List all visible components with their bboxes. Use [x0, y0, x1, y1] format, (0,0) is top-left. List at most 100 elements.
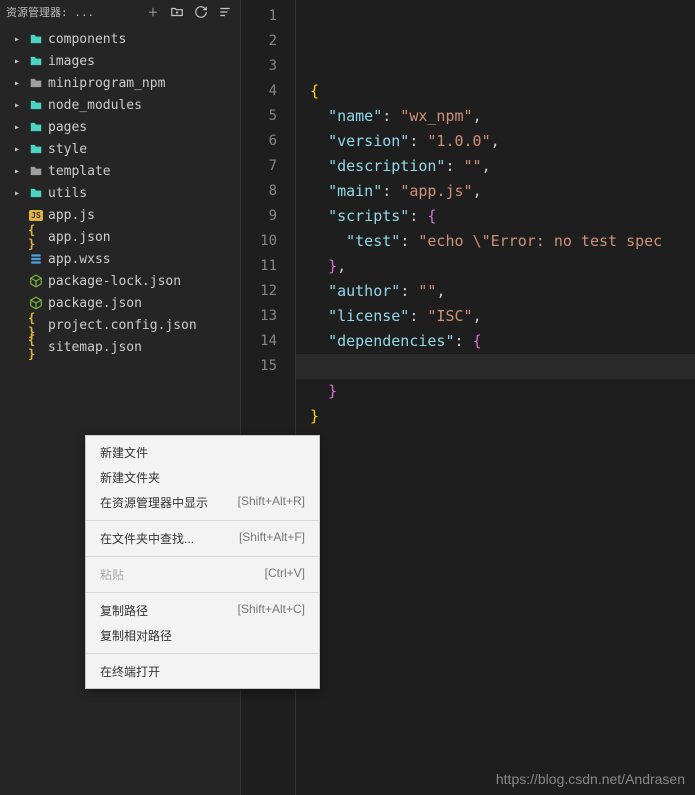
- file-icon: JS: [28, 207, 44, 223]
- current-line-highlight: [296, 354, 695, 379]
- file-name-label: miniprogram_npm: [48, 76, 165, 91]
- code-line[interactable]: "name": "wx_npm",: [310, 104, 695, 129]
- file-icon: [28, 251, 44, 267]
- chevron-right-icon[interactable]: ▸: [14, 122, 24, 133]
- folder-icon: [28, 119, 44, 135]
- file-name-label: images: [48, 54, 95, 69]
- code-line[interactable]: }: [310, 379, 695, 404]
- folder-icon: [28, 141, 44, 157]
- file-name-label: pages: [48, 120, 87, 135]
- file-icon: { }: [28, 229, 44, 245]
- tree-file[interactable]: ▸{ }app.json: [0, 226, 240, 248]
- tree-file[interactable]: ▸package-lock.json: [0, 270, 240, 292]
- chevron-right-icon[interactable]: ▸: [14, 144, 24, 155]
- file-name-label: app.js: [48, 208, 95, 223]
- code-line[interactable]: }: [310, 404, 695, 429]
- chevron-right-icon[interactable]: ▸: [14, 34, 24, 45]
- line-number: 5: [241, 104, 295, 129]
- new-file-icon[interactable]: ＋: [144, 3, 162, 21]
- tree-file[interactable]: ▸{ }sitemap.json: [0, 336, 240, 358]
- tree-folder[interactable]: ▸ utils: [0, 182, 240, 204]
- folder-icon: [28, 75, 44, 91]
- menu-item-label: 新建文件夹: [100, 469, 305, 486]
- context-menu-item: 粘贴[Ctrl+V]: [86, 562, 319, 587]
- menu-item-label: 在终端打开: [100, 663, 305, 680]
- line-number: 13: [241, 304, 295, 329]
- chevron-right-icon[interactable]: ▸: [14, 166, 24, 177]
- collapse-icon[interactable]: [216, 3, 234, 21]
- file-name-label: components: [48, 32, 126, 47]
- menu-separator: [86, 653, 319, 654]
- context-menu-item[interactable]: 新建文件: [86, 440, 319, 465]
- new-folder-icon[interactable]: [168, 3, 186, 21]
- code-line[interactable]: },: [310, 254, 695, 279]
- tree-folder[interactable]: ▸ node_modules: [0, 94, 240, 116]
- code-line[interactable]: "test": "echo \"Error: no test spec: [310, 229, 695, 254]
- menu-item-shortcut: [Shift+Alt+F]: [239, 530, 305, 547]
- file-name-label: package-lock.json: [48, 274, 181, 289]
- folder-icon: [28, 185, 44, 201]
- refresh-icon[interactable]: [192, 3, 210, 21]
- file-name-label: utils: [48, 186, 87, 201]
- context-menu: 新建文件新建文件夹在资源管理器中显示[Shift+Alt+R] 在文件夹中查找..…: [85, 435, 320, 689]
- code-line[interactable]: "scripts": {: [310, 204, 695, 229]
- code-line[interactable]: {: [310, 79, 695, 104]
- menu-item-shortcut: [Ctrl+V]: [265, 566, 305, 583]
- line-number: 10: [241, 229, 295, 254]
- line-number: 6: [241, 129, 295, 154]
- file-icon: [28, 273, 44, 289]
- code-line[interactable]: "description": "",: [310, 154, 695, 179]
- tree-folder[interactable]: ▸ images: [0, 50, 240, 72]
- file-name-label: app.json: [48, 230, 111, 245]
- file-name-label: project.config.json: [48, 318, 197, 333]
- line-number: 14: [241, 329, 295, 354]
- menu-item-shortcut: [Shift+Alt+C]: [238, 602, 305, 619]
- code-line[interactable]: "author": "",: [310, 279, 695, 304]
- file-name-label: package.json: [48, 296, 142, 311]
- menu-item-label: 在资源管理器中显示: [100, 494, 238, 511]
- tree-folder[interactable]: ▸ pages: [0, 116, 240, 138]
- line-number: 1: [241, 4, 295, 29]
- folder-icon: [28, 97, 44, 113]
- tree-file[interactable]: ▸app.wxss: [0, 248, 240, 270]
- context-menu-item[interactable]: 复制路径[Shift+Alt+C]: [86, 598, 319, 623]
- context-menu-item[interactable]: 新建文件夹: [86, 465, 319, 490]
- context-menu-item[interactable]: 复制相对路径: [86, 623, 319, 648]
- menu-separator: [86, 556, 319, 557]
- line-number: 3: [241, 54, 295, 79]
- tree-folder[interactable]: ▸ components: [0, 28, 240, 50]
- file-tree: ▸ components ▸ images ▸ miniprogram_npm ▸ node_…: [0, 24, 240, 362]
- line-number: 12: [241, 279, 295, 304]
- menu-item-label: 在文件夹中查找...: [100, 530, 239, 547]
- chevron-right-icon[interactable]: ▸: [14, 100, 24, 111]
- file-name-label: node_modules: [48, 98, 142, 113]
- folder-icon: [28, 53, 44, 69]
- context-menu-item[interactable]: 在终端打开: [86, 659, 319, 684]
- folder-icon: [28, 31, 44, 47]
- code-line[interactable]: "license": "ISC",: [310, 304, 695, 329]
- menu-separator: [86, 520, 319, 521]
- chevron-right-icon[interactable]: ▸: [14, 56, 24, 67]
- line-number: 7: [241, 154, 295, 179]
- code-line[interactable]: "dependencies": {: [310, 329, 695, 354]
- file-icon: [28, 295, 44, 311]
- tree-folder[interactable]: ▸style: [0, 138, 240, 160]
- file-icon: { }: [28, 339, 44, 355]
- code-line[interactable]: "version": "1.0.0",: [310, 129, 695, 154]
- context-menu-item[interactable]: 在文件夹中查找...[Shift+Alt+F]: [86, 526, 319, 551]
- menu-separator: [86, 592, 319, 593]
- line-number: 15: [241, 354, 295, 379]
- line-number: 8: [241, 179, 295, 204]
- menu-item-shortcut: [Shift+Alt+R]: [238, 494, 305, 511]
- code-area[interactable]: { "name": "wx_npm", "version": "1.0.0", …: [296, 0, 695, 795]
- tree-folder[interactable]: ▸ miniprogram_npm: [0, 72, 240, 94]
- menu-item-label: 新建文件: [100, 444, 305, 461]
- code-line[interactable]: "main": "app.js",: [310, 179, 695, 204]
- chevron-right-icon[interactable]: ▸: [14, 188, 24, 199]
- tree-folder[interactable]: ▸template: [0, 160, 240, 182]
- menu-item-label: 复制相对路径: [100, 627, 305, 644]
- menu-item-label: 粘贴: [100, 566, 265, 583]
- line-number: 4: [241, 79, 295, 104]
- chevron-right-icon[interactable]: ▸: [14, 78, 24, 89]
- context-menu-item[interactable]: 在资源管理器中显示[Shift+Alt+R]: [86, 490, 319, 515]
